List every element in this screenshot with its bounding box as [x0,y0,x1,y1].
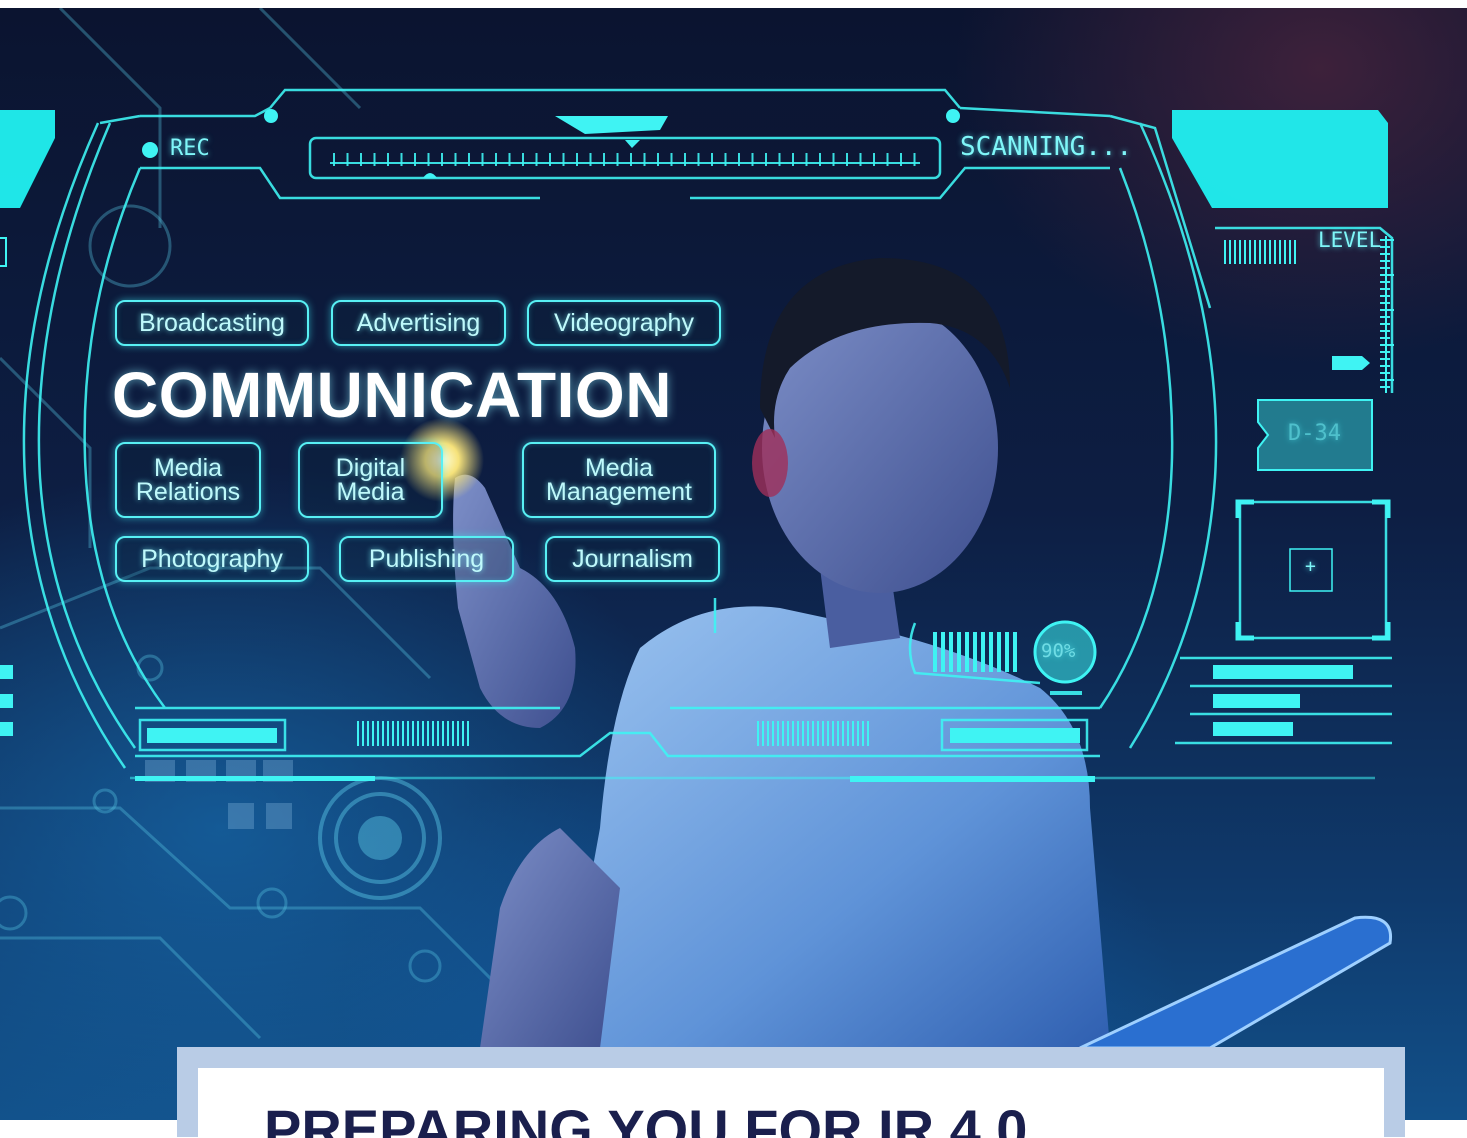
tagline-text: PREPARING YOU FOR IR 4.0 [264,1098,1028,1138]
headline-communication: COMMUNICATION [112,359,672,431]
tag-digital-media-line1: Digital [335,454,406,482]
tagline-card: PREPARING YOU FOR IR 4.0 [198,1068,1384,1138]
scanning-label: SCANNING... [960,132,1133,162]
tag-media-management-line1: Media [584,454,654,482]
hero-banner: REC SCANNING... LEVEL D-34 90% + Broadca… [0,8,1467,1120]
tag-advertising[interactable]: Advertising [331,300,506,346]
percent-label: 90% [1041,640,1076,662]
tag-publishing[interactable]: Publishing [339,536,514,582]
tag-journalism[interactable]: Journalism [545,536,720,582]
tag-digital-media-line2: Media [336,478,405,506]
tag-media-relations[interactable]: Media Relations [115,442,261,518]
tag-media-relations-line2: Relations [135,478,241,506]
tag-media-relations-line1: Media [153,454,223,482]
rec-label: REC [170,136,210,161]
plus-label: + [1305,556,1316,577]
tag-media-management[interactable]: Media Management [522,442,716,518]
tag-photography[interactable]: Photography [115,536,309,582]
level-label: LEVEL [1318,228,1382,252]
rec-dot-icon [142,142,158,158]
code-label: D-34 [1288,421,1341,446]
tag-digital-media[interactable]: Digital Media [298,442,443,518]
tag-media-management-line2: Management [546,478,692,506]
tag-broadcasting[interactable]: Broadcasting [115,300,309,346]
tag-videography[interactable]: Videography [527,300,721,346]
